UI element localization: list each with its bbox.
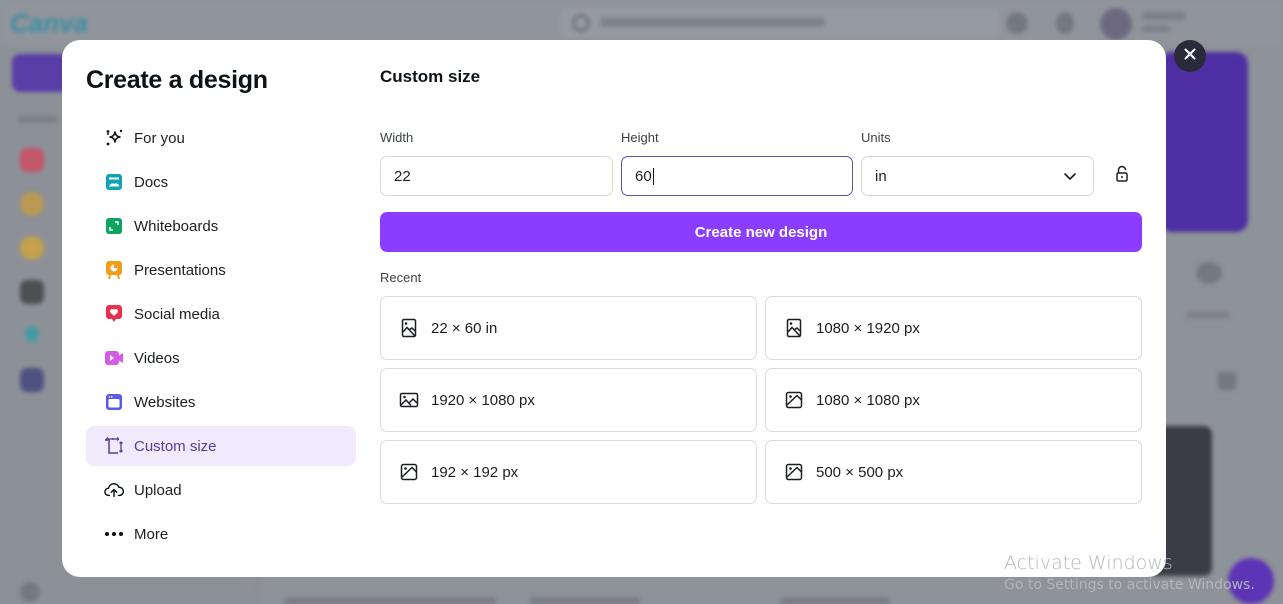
close-modal-button[interactable] (1174, 40, 1206, 72)
website-icon (104, 392, 124, 412)
bg-search-icon (572, 14, 590, 32)
square-image-icon (784, 462, 804, 482)
square-image-icon (399, 462, 419, 482)
nav-item-label: More (134, 525, 169, 543)
units-label: Units (861, 130, 891, 145)
nav-item-social-media[interactable]: Social media (86, 294, 356, 334)
custom-size-icon (104, 436, 124, 456)
nav-item-label: Social media (134, 305, 220, 323)
nav-item-label: Upload (134, 481, 182, 499)
docs-icon (104, 172, 124, 192)
recent-size-item[interactable]: 1920 × 1080 px (380, 368, 757, 432)
bg-banner-card (1160, 52, 1248, 232)
cloud-upload-icon (104, 480, 124, 500)
more-dots-icon (104, 524, 124, 544)
whiteboard-icon (104, 216, 124, 236)
create-new-design-button[interactable]: Create new design (380, 212, 1142, 252)
recent-size-label: 1920 × 1080 px (431, 391, 535, 409)
bg-upload-label (1186, 312, 1230, 318)
bg-user-plan (1142, 26, 1170, 32)
recent-size-item[interactable]: 192 × 192 px (380, 440, 757, 504)
recent-sizes-grid: 22 × 60 in 1080 × 1920 px 1920 × 1080 px 10… (380, 296, 1142, 504)
nav-item-websites[interactable]: Websites (86, 382, 356, 422)
heart-message-icon (104, 304, 124, 324)
nav-item-label: Websites (134, 393, 196, 411)
nav-item-label: Videos (134, 349, 180, 367)
bg-avatar (1100, 8, 1132, 40)
nav-item-label: Docs (134, 173, 169, 191)
close-icon (1184, 47, 1196, 65)
bg-logo: Canva (10, 8, 89, 38)
watermark-title: Activate Windows (1004, 552, 1173, 574)
nav-item-more[interactable]: More (86, 514, 356, 554)
modal-title: Create a design (86, 66, 268, 94)
bg-bell-icon (1056, 12, 1074, 34)
recent-label: Recent (380, 270, 422, 285)
recent-size-item[interactable]: 500 × 500 px (765, 440, 1142, 504)
width-value: 22 (394, 167, 411, 185)
recent-size-label: 192 × 192 px (431, 463, 519, 481)
bg-sidebar-heading (18, 116, 58, 123)
presentation-icon (104, 260, 124, 280)
watermark-subtitle: Go to Settings to activate Windows. (1004, 577, 1255, 593)
units-select[interactable]: in (861, 156, 1094, 196)
nav-item-whiteboards[interactable]: Whiteboards (86, 206, 356, 246)
bg-grid-icon (1218, 372, 1236, 390)
create-design-modal: Create a design For you Docs Whiteboards Pr… (62, 40, 1166, 577)
height-input[interactable]: 60 (621, 156, 853, 196)
bg-recent-app (20, 148, 44, 172)
bg-recent-app (20, 236, 44, 260)
width-input[interactable]: 22 (380, 156, 613, 196)
nav-item-docs[interactable]: Docs (86, 162, 356, 202)
bg-design-title (284, 597, 496, 604)
nav-item-label: Custom size (134, 437, 217, 455)
panel-title: Custom size (380, 67, 481, 86)
custom-size-panel: Custom size Width 22 Height 60 Units in … (380, 40, 1142, 577)
bg-recent-app (20, 280, 44, 304)
nav-item-label: For you (134, 129, 185, 147)
recent-size-label: 1080 × 1080 px (816, 391, 920, 409)
design-type-nav: For you Docs Whiteboards Presentations Socia… (86, 118, 356, 558)
bg-trash-icon (20, 582, 40, 602)
bg-upload-icon (1196, 262, 1222, 284)
nav-item-for-you[interactable]: For you (86, 118, 356, 158)
bg-design-title (780, 597, 890, 604)
height-value: 60 (635, 167, 652, 185)
chevron-down-icon (1063, 169, 1077, 187)
recent-size-label: 1080 × 1920 px (816, 319, 920, 337)
landscape-image-icon (399, 390, 419, 410)
bg-recent-app (20, 368, 44, 392)
unlocked-padlock-icon (1115, 165, 1129, 188)
units-value: in (875, 167, 887, 185)
nav-item-videos[interactable]: Videos (86, 338, 356, 378)
bg-design-title (530, 597, 640, 604)
height-label: Height (621, 130, 659, 145)
bg-gear-icon (1006, 12, 1028, 34)
bg-search-placeholder (600, 17, 825, 27)
recent-size-label: 22 × 60 in (431, 319, 498, 337)
nav-item-label: Whiteboards (134, 217, 219, 235)
portrait-image-icon (784, 318, 804, 338)
recent-size-item[interactable]: 1080 × 1920 px (765, 296, 1142, 360)
nav-item-presentations[interactable]: Presentations (86, 250, 356, 290)
bg-recent-app (26, 326, 38, 342)
nav-item-label: Presentations (134, 261, 226, 279)
recent-size-item[interactable]: 1080 × 1080 px (765, 368, 1142, 432)
recent-size-item[interactable]: 22 × 60 in (380, 296, 757, 360)
bg-recent-app (20, 192, 44, 216)
text-caret (652, 167, 654, 185)
aspect-lock-button[interactable] (1112, 164, 1132, 188)
bg-user-name (1142, 12, 1186, 20)
nav-item-upload[interactable]: Upload (86, 470, 356, 510)
video-icon (104, 348, 124, 368)
nav-item-custom-size[interactable]: Custom size (86, 426, 356, 466)
portrait-image-icon (399, 318, 419, 338)
recent-size-label: 500 × 500 px (816, 463, 904, 481)
width-label: Width (380, 130, 414, 145)
square-image-icon (784, 390, 804, 410)
sparkles-icon (104, 128, 124, 148)
